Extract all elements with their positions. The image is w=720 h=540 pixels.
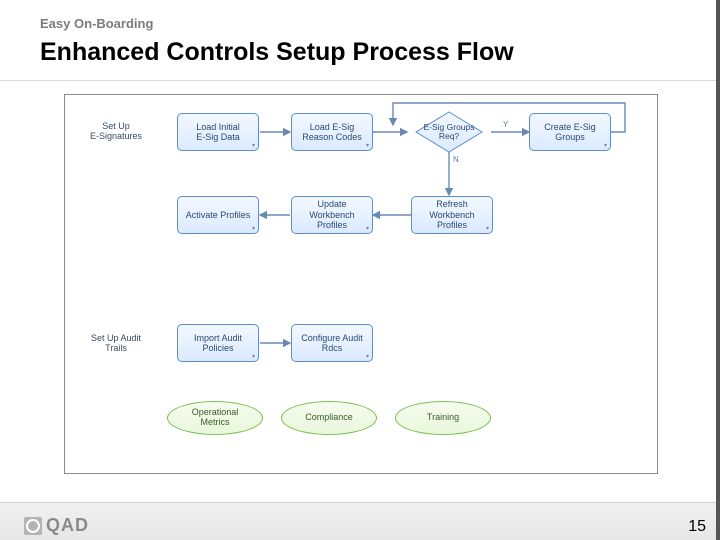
logo-text: QAD bbox=[46, 515, 89, 536]
logo-mark-icon bbox=[24, 517, 42, 535]
title-divider bbox=[0, 80, 720, 81]
logo: QAD bbox=[24, 515, 89, 536]
box-configure-rdcs: Configure AuditRdcs bbox=[291, 324, 373, 362]
section-label-audit: Set Up AuditTrails bbox=[81, 333, 151, 354]
diagram-frame: Set UpE-Signatures Set Up AuditTrails Lo… bbox=[64, 94, 658, 474]
footer-bar bbox=[0, 502, 720, 540]
box-reason-codes: Load E-SigReason Codes bbox=[291, 113, 373, 151]
box-activate-profiles: Activate Profiles bbox=[177, 196, 259, 234]
decision-yes: Y bbox=[503, 120, 508, 129]
page-number: 15 bbox=[688, 518, 706, 536]
section-label-esig: Set UpE-Signatures bbox=[81, 121, 151, 142]
decision-text: E-Sig GroupsReq? bbox=[415, 111, 483, 153]
ellipse-compliance: Compliance bbox=[281, 401, 377, 435]
box-update-workbench: UpdateWorkbenchProfiles bbox=[291, 196, 373, 234]
decision-no: N bbox=[453, 155, 459, 164]
page-title: Enhanced Controls Setup Process Flow bbox=[40, 38, 514, 67]
edge-indicator bbox=[716, 0, 720, 540]
decision-groups-req: E-Sig GroupsReq? bbox=[415, 111, 483, 153]
ellipse-operational: OperationalMetrics bbox=[167, 401, 263, 435]
box-import-audit: Import AuditPolicies bbox=[177, 324, 259, 362]
box-create-groups: Create E-SigGroups bbox=[529, 113, 611, 151]
breadcrumb: Easy On-Boarding bbox=[40, 16, 153, 31]
ellipse-training: Training bbox=[395, 401, 491, 435]
box-load-initial: Load InitialE-Sig Data bbox=[177, 113, 259, 151]
box-refresh-workbench: RefreshWorkbenchProfiles bbox=[411, 196, 493, 234]
